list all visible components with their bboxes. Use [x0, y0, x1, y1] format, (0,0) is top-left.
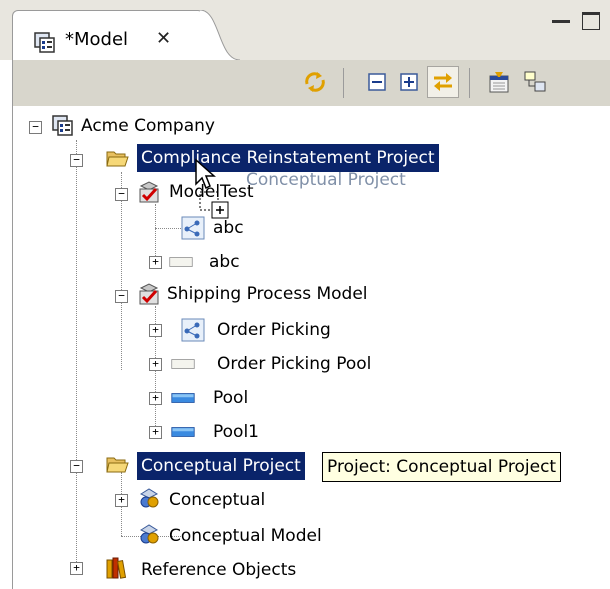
tree-item-order-picking-pool[interactable]: Order Picking Pool — [213, 350, 375, 378]
collapse-all-button[interactable] — [363, 68, 391, 96]
expand-toggle[interactable]: + — [149, 358, 162, 371]
expand-all-button[interactable] — [395, 68, 423, 96]
maximize-icon[interactable] — [582, 12, 600, 30]
tab-title: *Model — [65, 29, 129, 50]
collapse-toggle[interactable]: − — [29, 121, 42, 134]
drag-ghost-label: Conceptual Project — [246, 170, 406, 190]
pool-outline-icon — [169, 257, 193, 267]
pool-outline-icon — [171, 359, 195, 369]
tree-item-reference-objects[interactable]: Reference Objects — [137, 556, 300, 584]
expand-toggle[interactable]: + — [149, 324, 162, 337]
expand-toggle[interactable]: + — [115, 494, 128, 507]
hierarchy-layout-button[interactable] — [521, 68, 549, 96]
company-icon — [52, 115, 73, 136]
collapse-toggle[interactable]: − — [115, 290, 128, 303]
sync-button[interactable] — [301, 68, 329, 96]
tree-item-acme-company[interactable]: Acme Company — [77, 112, 219, 140]
expand-all-icon — [400, 73, 418, 91]
tree-item-pool1[interactable]: Pool1 — [209, 418, 263, 446]
process-diagram-icon — [181, 318, 205, 342]
toolbar-separator — [343, 68, 344, 98]
collapse-toggle[interactable]: − — [70, 460, 83, 473]
drag-cursor-icon — [195, 158, 229, 219]
close-icon[interactable]: ✕ — [156, 28, 171, 49]
collapse-all-icon — [368, 73, 386, 91]
tree-item-pool[interactable]: Pool — [209, 384, 252, 412]
process-model-icon — [139, 181, 159, 203]
expand-toggle[interactable]: + — [70, 562, 83, 575]
tooltip: Project: Conceptual Project — [322, 452, 562, 482]
view-toolbar — [12, 60, 610, 106]
expand-toggle[interactable]: + — [149, 256, 162, 269]
toolbar-separator — [469, 68, 470, 98]
conceptual-model-icon — [139, 524, 159, 544]
sync-icon — [305, 72, 325, 92]
tree-item-compliance-project[interactable]: Compliance Reinstatement Project — [137, 144, 439, 172]
minimize-icon[interactable] — [552, 14, 570, 23]
tree-item-conceptual-project[interactable]: Conceptual Project — [137, 452, 305, 480]
model-tree-icon — [34, 32, 55, 53]
hierarchy-layout-icon — [524, 71, 546, 92]
model-view-tab[interactable]: *Model ✕ — [12, 10, 204, 61]
filter-button[interactable] — [485, 68, 513, 96]
link-with-editor-icon — [434, 73, 452, 91]
collapse-toggle[interactable]: − — [70, 154, 83, 167]
pool-filled-icon — [171, 427, 195, 437]
open-folder-icon — [106, 151, 129, 167]
tab-curve — [200, 10, 240, 60]
pool-filled-icon — [171, 393, 195, 403]
tree-item-conceptual-model[interactable]: Conceptual Model — [165, 522, 326, 550]
tree-item-conceptual[interactable]: Conceptual — [165, 486, 269, 514]
expand-toggle[interactable]: + — [149, 426, 162, 439]
view-title-bar: *Model ✕ — [0, 0, 610, 61]
link-with-editor-button[interactable] — [427, 66, 459, 98]
conceptual-model-icon — [139, 488, 159, 508]
expand-toggle[interactable]: + — [149, 392, 162, 405]
filter-icon — [489, 72, 509, 93]
books-icon — [106, 557, 127, 579]
process-model-icon — [139, 283, 159, 305]
open-folder-icon — [106, 457, 129, 473]
tree-item-shipping-process-model[interactable]: Shipping Process Model — [163, 280, 372, 308]
collapse-toggle[interactable]: − — [115, 188, 128, 201]
tree-item-order-picking[interactable]: Order Picking — [213, 316, 335, 344]
tree-item-abc-pool[interactable]: abc — [205, 248, 244, 276]
